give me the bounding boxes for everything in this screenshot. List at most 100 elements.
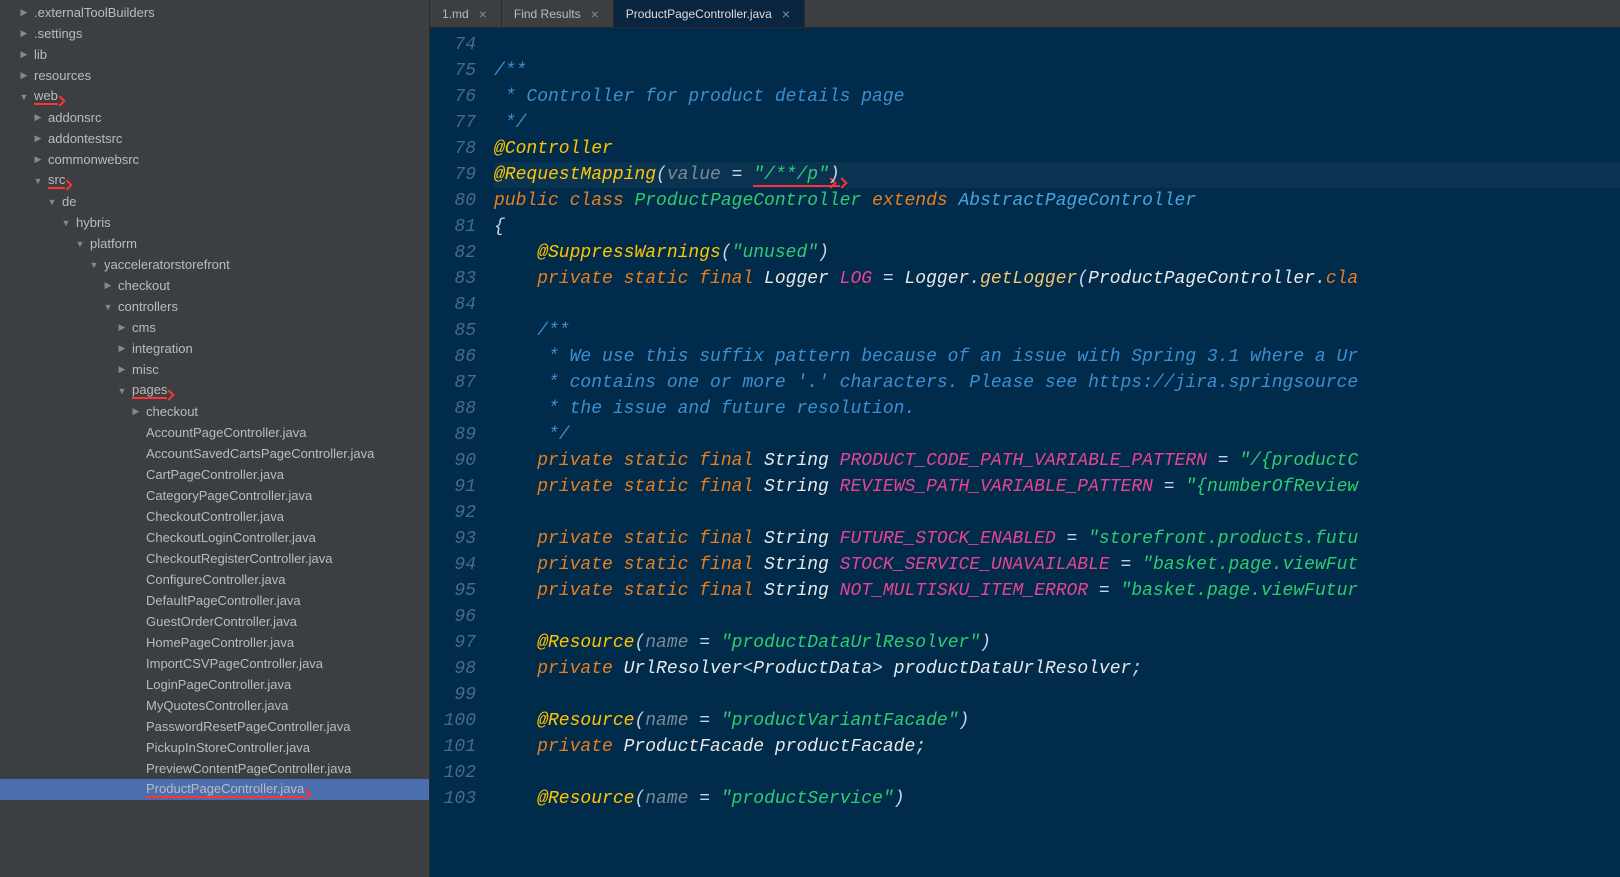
tree-item[interactable]: src: [0, 170, 429, 191]
tree-item[interactable]: MyQuotesController.java: [0, 695, 429, 716]
tree-item[interactable]: addonsrc: [0, 107, 429, 128]
tree-item[interactable]: misc: [0, 359, 429, 380]
chevron-right-icon[interactable]: [32, 112, 44, 124]
no-arrow: [130, 679, 142, 691]
code-line[interactable]: * Controller for product details page: [494, 84, 1620, 110]
chevron-down-icon[interactable]: [102, 301, 114, 313]
chevron-down-icon[interactable]: [74, 238, 86, 250]
line-number: 83: [430, 266, 476, 292]
code-line[interactable]: private static final String PRODUCT_CODE…: [494, 448, 1620, 474]
tree-item[interactable]: CheckoutLoginController.java: [0, 527, 429, 548]
project-tree-sidebar[interactable]: .externalToolBuilders.settingslibresourc…: [0, 0, 430, 877]
code-line[interactable]: private static final String REVIEWS_PATH…: [494, 474, 1620, 500]
editor-tab[interactable]: Find Results×: [502, 0, 614, 27]
tree-item[interactable]: CartPageController.java: [0, 464, 429, 485]
code-line[interactable]: public class ProductPageController exten…: [494, 188, 1620, 214]
code-line[interactable]: @Controller: [494, 136, 1620, 162]
code-line[interactable]: private static final String NOT_MULTISKU…: [494, 578, 1620, 604]
code-line[interactable]: [494, 500, 1620, 526]
chevron-right-icon[interactable]: [116, 322, 128, 334]
code-line[interactable]: [494, 760, 1620, 786]
chevron-down-icon[interactable]: [88, 259, 100, 271]
tree-item[interactable]: cms: [0, 317, 429, 338]
code-line[interactable]: */: [494, 110, 1620, 136]
tree-item[interactable]: PreviewContentPageController.java: [0, 758, 429, 779]
code-line[interactable]: {: [494, 214, 1620, 240]
chevron-right-icon[interactable]: [32, 133, 44, 145]
chevron-right-icon[interactable]: [130, 406, 142, 418]
chevron-down-icon[interactable]: [116, 385, 128, 397]
tree-item[interactable]: PasswordResetPageController.java: [0, 716, 429, 737]
code-line[interactable]: private static final Logger LOG = Logger…: [494, 266, 1620, 292]
chevron-down-icon[interactable]: [18, 91, 30, 103]
close-icon[interactable]: ×: [589, 6, 601, 22]
tree-item[interactable]: .externalToolBuilders: [0, 2, 429, 23]
code-line[interactable]: [494, 292, 1620, 318]
chevron-right-icon[interactable]: [32, 154, 44, 166]
tree-item[interactable]: CategoryPageController.java: [0, 485, 429, 506]
tree-item[interactable]: controllers: [0, 296, 429, 317]
code-line[interactable]: [494, 682, 1620, 708]
chevron-right-icon[interactable]: [18, 49, 30, 61]
chevron-down-icon[interactable]: [60, 217, 72, 229]
tree-item[interactable]: addontestsrc: [0, 128, 429, 149]
code-line[interactable]: @RequestMapping(value = "/**/p"): [494, 162, 1620, 188]
line-number: 79: [430, 162, 476, 188]
chevron-down-icon[interactable]: [46, 196, 58, 208]
code-line[interactable]: @Resource(name = "productService"): [494, 786, 1620, 812]
code-line[interactable]: * the issue and future resolution.: [494, 396, 1620, 422]
chevron-down-icon[interactable]: [32, 175, 44, 187]
code-line[interactable]: @SuppressWarnings("unused"): [494, 240, 1620, 266]
close-icon[interactable]: ×: [477, 6, 489, 22]
tree-item[interactable]: platform: [0, 233, 429, 254]
tree-item[interactable]: checkout: [0, 275, 429, 296]
code-content[interactable]: /** * Controller for product details pag…: [486, 28, 1620, 877]
code-line[interactable]: * contains one or more '.' characters. P…: [494, 370, 1620, 396]
code-line[interactable]: */: [494, 422, 1620, 448]
tree-item[interactable]: LoginPageController.java: [0, 674, 429, 695]
chevron-right-icon[interactable]: [18, 7, 30, 19]
tree-item[interactable]: integration: [0, 338, 429, 359]
code-line[interactable]: private static final String STOCK_SERVIC…: [494, 552, 1620, 578]
code-line[interactable]: /**: [494, 318, 1620, 344]
code-line[interactable]: [494, 32, 1620, 58]
tree-item[interactable]: HomePageController.java: [0, 632, 429, 653]
tree-item[interactable]: GuestOrderController.java: [0, 611, 429, 632]
code-line[interactable]: private ProductFacade productFacade;: [494, 734, 1620, 760]
chevron-right-icon[interactable]: [18, 70, 30, 82]
tree-item[interactable]: ProductPageController.java: [0, 779, 429, 800]
tree-item[interactable]: CheckoutRegisterController.java: [0, 548, 429, 569]
tree-item[interactable]: DefaultPageController.java: [0, 590, 429, 611]
code-line[interactable]: private static final String FUTURE_STOCK…: [494, 526, 1620, 552]
editor-tab[interactable]: 1.md×: [430, 0, 502, 27]
tree-item[interactable]: resources: [0, 65, 429, 86]
code-line[interactable]: private UrlResolver<ProductData> product…: [494, 656, 1620, 682]
tree-item[interactable]: pages: [0, 380, 429, 401]
tree-item[interactable]: checkout: [0, 401, 429, 422]
tree-item[interactable]: CheckoutController.java: [0, 506, 429, 527]
chevron-right-icon[interactable]: [116, 343, 128, 355]
tree-item[interactable]: web: [0, 86, 429, 107]
tree-item[interactable]: ImportCSVPageController.java: [0, 653, 429, 674]
code-line[interactable]: * We use this suffix pattern because of …: [494, 344, 1620, 370]
editor-tab[interactable]: ProductPageController.java×: [614, 0, 805, 27]
chevron-right-icon[interactable]: [18, 28, 30, 40]
code-line[interactable]: [494, 604, 1620, 630]
tree-item[interactable]: AccountPageController.java: [0, 422, 429, 443]
tree-item[interactable]: .settings: [0, 23, 429, 44]
code-line[interactable]: @Resource(name = "productVariantFacade"): [494, 708, 1620, 734]
tree-item[interactable]: yacceleratorstorefront: [0, 254, 429, 275]
code-editor[interactable]: 7475767778798081828384858687888990919293…: [430, 28, 1620, 877]
tree-item[interactable]: hybris: [0, 212, 429, 233]
tree-item[interactable]: lib: [0, 44, 429, 65]
tree-item[interactable]: commonwebsrc: [0, 149, 429, 170]
tree-item[interactable]: ConfigureController.java: [0, 569, 429, 590]
chevron-right-icon[interactable]: [102, 280, 114, 292]
close-icon[interactable]: ×: [780, 6, 792, 22]
tree-item[interactable]: de: [0, 191, 429, 212]
code-line[interactable]: @Resource(name = "productDataUrlResolver…: [494, 630, 1620, 656]
tree-item[interactable]: PickupInStoreController.java: [0, 737, 429, 758]
tree-item[interactable]: AccountSavedCartsPageController.java: [0, 443, 429, 464]
code-line[interactable]: /**: [494, 58, 1620, 84]
chevron-right-icon[interactable]: [116, 364, 128, 376]
